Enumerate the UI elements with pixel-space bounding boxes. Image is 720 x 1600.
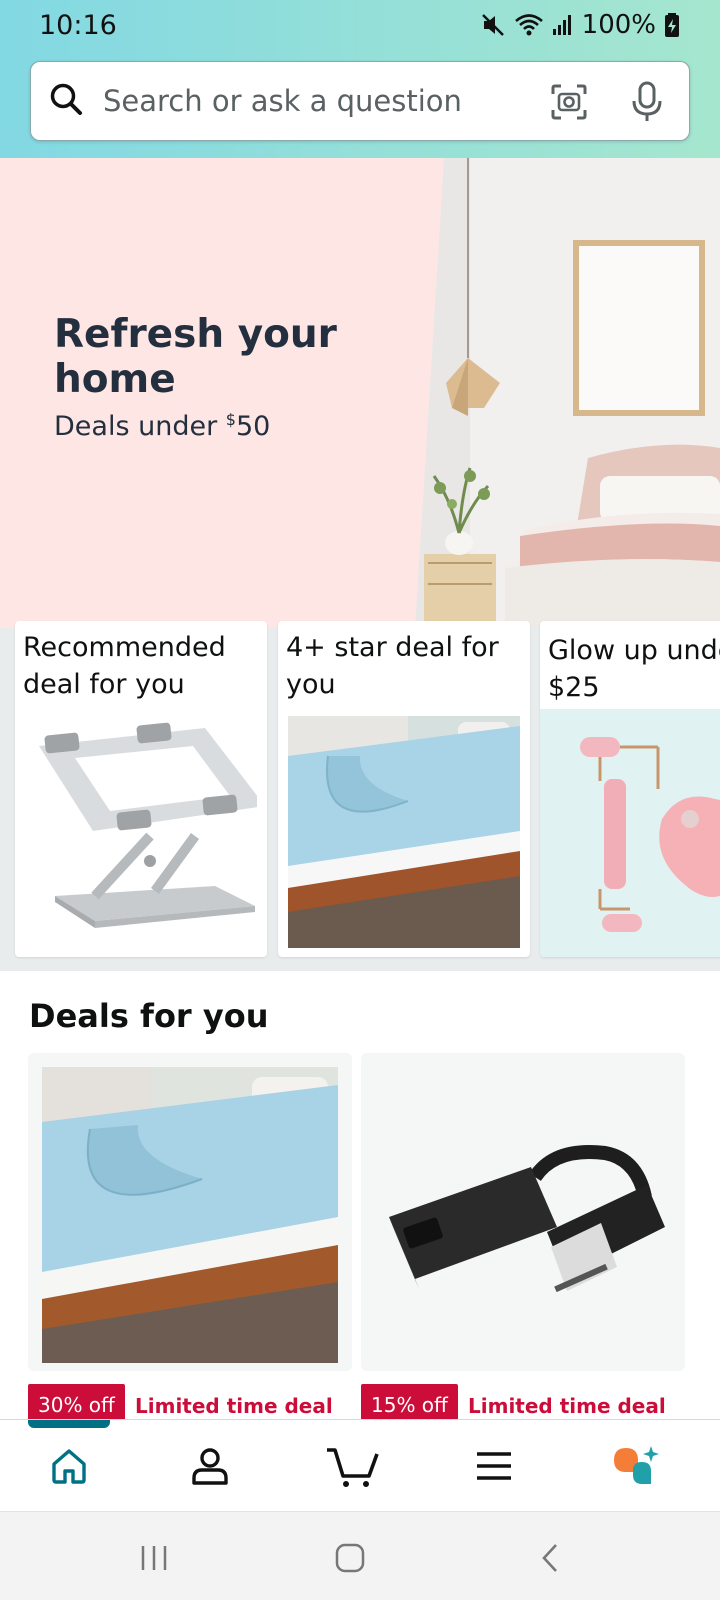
hero-subtitle: Deals under $50 [54, 410, 270, 442]
system-home-button[interactable] [320, 1536, 380, 1580]
laptop-stand-image [39, 722, 257, 928]
deal-card-displayport-adapter[interactable] [361, 1053, 685, 1371]
signal-icon [552, 15, 571, 35]
status-bar: 10:16 100% [0, 0, 720, 52]
mic-icon[interactable] [629, 80, 665, 124]
card-title: Glow up under $25 [548, 635, 720, 703]
recents-icon[interactable] [139, 1543, 169, 1573]
account-icon[interactable] [190, 1446, 230, 1486]
cart-icon[interactable] [325, 1444, 379, 1488]
search-bar[interactable]: Search or ask a question [30, 61, 690, 141]
home-button-icon[interactable] [334, 1542, 366, 1574]
deals-section: Deals for you 30% off Limited time deal … [0, 971, 720, 1426]
hero-title: Refresh your home [54, 312, 337, 402]
bottom-navigation [0, 1419, 720, 1511]
card-title: 4+ star deal for you [286, 632, 499, 700]
status-time: 10:16 [39, 10, 117, 41]
mute-icon [481, 14, 504, 36]
search-icon[interactable] [49, 82, 85, 118]
search-input[interactable]: Search or ask a question [103, 84, 462, 118]
nav-cart[interactable] [322, 1438, 382, 1494]
home-icon[interactable] [49, 1446, 89, 1486]
camera-icon[interactable] [549, 82, 589, 122]
menu-icon[interactable] [475, 1450, 513, 1482]
deal-card-mattress-topper[interactable] [28, 1053, 352, 1371]
limited-deal-label: Limited time deal [468, 1394, 666, 1418]
nav-menu[interactable] [464, 1438, 524, 1494]
displayport-adapter-image [375, 1067, 671, 1363]
nav-account[interactable] [180, 1438, 240, 1494]
nav-rufus[interactable] [606, 1438, 666, 1494]
jade-roller-image [540, 709, 720, 957]
system-navigation-bar [0, 1511, 720, 1600]
deals-section-title: Deals for you [29, 997, 269, 1035]
limited-deal-label: Limited time deal [135, 1394, 333, 1418]
status-icons: 100% [480, 10, 680, 40]
card-recommended-deal[interactable]: Recommended deal for you [15, 621, 267, 957]
card-title: Recommended deal for you [23, 632, 226, 700]
deal-cards-row: Recommended deal for you 4+ star deal fo… [0, 606, 720, 971]
hero-subtitle-amount: 50 [235, 411, 271, 442]
rufus-icon[interactable] [611, 1444, 661, 1488]
mattress-topper-image [288, 716, 520, 948]
wifi-icon [514, 14, 543, 36]
card-four-star-deal[interactable]: 4+ star deal for you [278, 621, 530, 957]
mattress-topper-image [42, 1067, 338, 1363]
nav-home[interactable] [39, 1438, 99, 1494]
battery-charging-icon [665, 13, 679, 37]
hero-subtitle-currency: $ [225, 410, 236, 429]
active-tab-indicator [28, 1420, 110, 1428]
back-button[interactable] [520, 1536, 580, 1580]
hero-subtitle-prefix: Deals under [54, 411, 226, 442]
app-header: 10:16 100% Search or ask a question [0, 0, 720, 158]
back-icon[interactable] [538, 1542, 562, 1574]
recents-button[interactable] [124, 1536, 184, 1580]
card-glow-up[interactable]: Glow up under $25 [540, 621, 720, 957]
hero-banner[interactable]: Refresh your home Deals under $50 [0, 158, 720, 628]
battery-percent: 100% [581, 10, 656, 40]
